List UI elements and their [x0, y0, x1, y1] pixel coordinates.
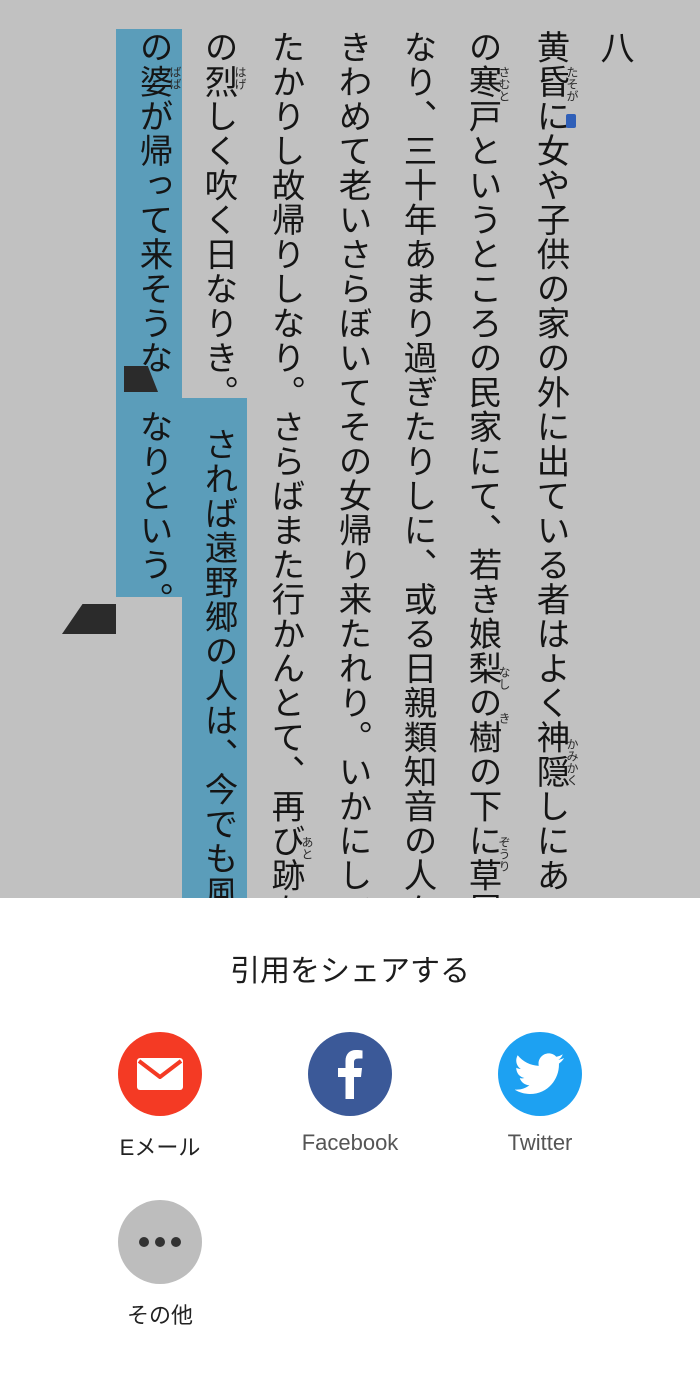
share-sheet-title: 引用をシェアする: [230, 954, 470, 989]
more-icon: [118, 1200, 202, 1284]
ruby-text: はげ: [233, 66, 247, 90]
share-facebook-button[interactable]: Facebook: [270, 1032, 430, 1156]
text-column: の婆が帰って来そうな なりという。: [134, 30, 173, 617]
share-email-button[interactable]: Eメール: [80, 1032, 240, 1162]
ruby-text: ばば: [168, 66, 182, 90]
share-twitter-button[interactable]: Twitter: [460, 1032, 620, 1156]
ruby-text: き: [497, 712, 511, 724]
text-column: の烈しく吹く日なりき。 されば遠野郷の人は、今でも風の: [199, 30, 238, 898]
ruby-text: あと: [300, 836, 314, 860]
share-more-button[interactable]: その他: [80, 1200, 240, 1330]
text-column: の寒戸というところの民家にて、若き娘梨の樹の下に草履: [463, 30, 502, 898]
ruby-text: かみかく: [565, 738, 579, 786]
share-label: Eメール: [119, 1135, 201, 1160]
selection-end-handle[interactable]: [62, 604, 116, 634]
reader-page[interactable]: 八 黄昏に女や子供の家の外に出ている者はよく神隠しにあ の寒戸というところの民家…: [0, 0, 700, 898]
share-label: Twitter: [507, 1130, 573, 1155]
share-label: その他: [126, 1303, 193, 1328]
text-column: なり、三十年あまり過ぎたりしに、或る日親類知音の人々: [398, 30, 437, 898]
share-sheet: 引用をシェアする Eメール Facebook Twitter その他: [0, 898, 700, 1396]
text-column: たかりし故帰りしなり。さらばまた行かんとて、再び跡を: [266, 30, 305, 898]
text-column: きわめて老いさらぼいてその女帰り来たれり。いかにして: [333, 30, 372, 898]
ruby-text: さむと: [497, 66, 511, 102]
ruby-text: なし: [497, 666, 511, 690]
mail-icon: [118, 1032, 202, 1116]
share-label: Facebook: [301, 1130, 399, 1155]
ruby-text: たそが: [565, 66, 579, 102]
ruby-text: ぞうり: [497, 836, 511, 872]
chapter-number: 八: [594, 30, 634, 64]
twitter-icon: [498, 1032, 582, 1116]
note-icon[interactable]: [566, 114, 576, 128]
facebook-icon: [308, 1032, 392, 1116]
